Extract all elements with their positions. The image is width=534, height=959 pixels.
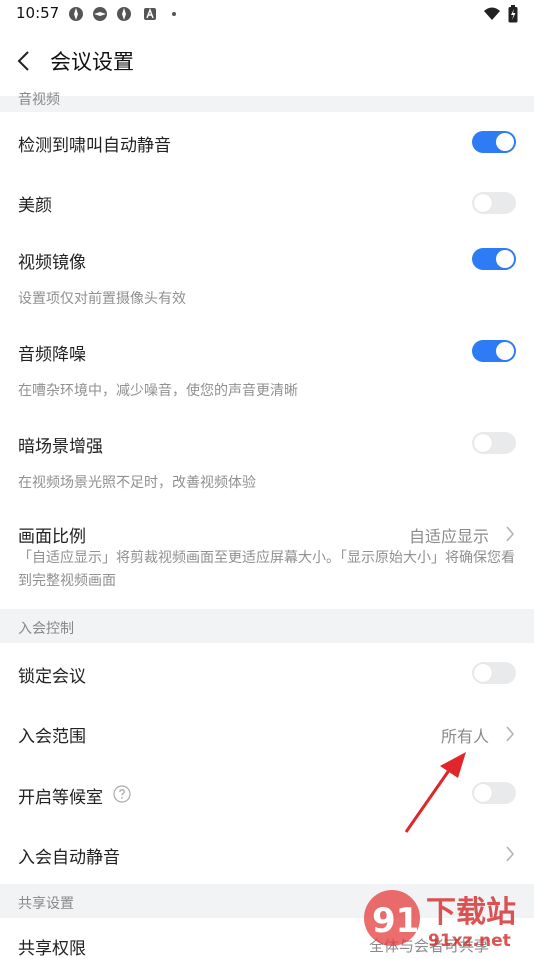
toggle-knob — [474, 784, 492, 802]
chevron-right-icon[interactable] — [505, 726, 515, 742]
toggle-knob — [496, 250, 514, 268]
section-title: 入会控制 — [18, 621, 74, 637]
back-arrow-icon[interactable] — [14, 50, 34, 72]
watermark-text: 下载站 — [426, 895, 516, 930]
page-title: 会议设置 — [50, 50, 134, 74]
lock-meeting-toggle[interactable] — [472, 662, 516, 684]
video-mirror-toggle[interactable] — [472, 248, 516, 270]
watermark-logo: 91 下载站 91xz.net — [364, 890, 516, 950]
svg-text:91: 91 — [372, 901, 419, 941]
aspect-ratio-label[interactable]: 画面比例 — [18, 522, 86, 547]
low-light-label: 暗场景增强 — [18, 437, 103, 457]
wifi-icon — [484, 7, 500, 20]
battery-charging-icon — [508, 5, 518, 23]
section-header-av: 音视频 — [0, 92, 534, 112]
toggle-knob — [496, 133, 514, 151]
noise-reduction-toggle[interactable] — [472, 340, 516, 362]
aspect-ratio-value[interactable]: 自适应显示 — [409, 523, 489, 547]
chevron-right-icon[interactable] — [505, 846, 515, 862]
watermark-url: 91xz.net — [428, 931, 511, 950]
section-title: 共享设置 — [18, 896, 74, 912]
noise-reduction-label: 音频降噪 — [18, 345, 86, 365]
app-notification-icon — [69, 7, 83, 21]
waiting-room-toggle[interactable] — [472, 782, 516, 804]
low-light-desc: 在视频场景光照不足时，改善视频体验 — [18, 475, 256, 491]
noise-reduction-desc: 在嘈杂环境中，减少噪音，使您的声音更清晰 — [18, 383, 298, 399]
status-bar: 10:57 — [0, 0, 534, 28]
app-notification-icon — [117, 7, 131, 21]
nav-bar: 会议设置 — [0, 28, 534, 96]
join-scope-value[interactable]: 所有人 — [441, 723, 489, 747]
font-app-icon — [144, 8, 156, 20]
chevron-right-icon[interactable] — [505, 526, 515, 542]
video-mirror-desc: 设置项仅对前置摄像头有效 — [18, 291, 186, 307]
toggle-knob — [474, 194, 492, 212]
waiting-room-label: 开启等候室 — [18, 788, 103, 808]
beauty-toggle[interactable] — [472, 192, 516, 214]
app-notification-icon — [93, 7, 107, 21]
toggle-knob — [474, 664, 492, 682]
howl-detect-label: 检测到啸叫自动静音 — [18, 136, 171, 156]
annotation-arrow-icon — [404, 752, 466, 833]
status-time: 10:57 — [16, 4, 60, 22]
section-header-join-control: 入会控制 — [0, 609, 534, 643]
low-light-toggle[interactable] — [472, 432, 516, 454]
toggle-knob — [474, 434, 492, 452]
beauty-label: 美颜 — [18, 196, 52, 216]
auto-mute-label[interactable]: 入会自动静音 — [18, 843, 120, 868]
toggle-knob — [496, 342, 514, 360]
share-permission-label[interactable]: 共享权限 — [18, 934, 86, 959]
howl-detect-toggle[interactable] — [472, 131, 516, 153]
section-title: 音视频 — [18, 92, 60, 108]
video-mirror-label: 视频镜像 — [18, 253, 86, 273]
more-notifications-dot-icon — [172, 12, 176, 16]
lock-meeting-label: 锁定会议 — [18, 667, 86, 687]
aspect-ratio-desc: 「自适应显示」将剪裁视频画面至更适应屏幕大小。「显示原始大小」将确保您看到完整视… — [18, 550, 515, 589]
help-question-icon[interactable] — [113, 785, 131, 803]
join-scope-label[interactable]: 入会范围 — [18, 722, 86, 747]
